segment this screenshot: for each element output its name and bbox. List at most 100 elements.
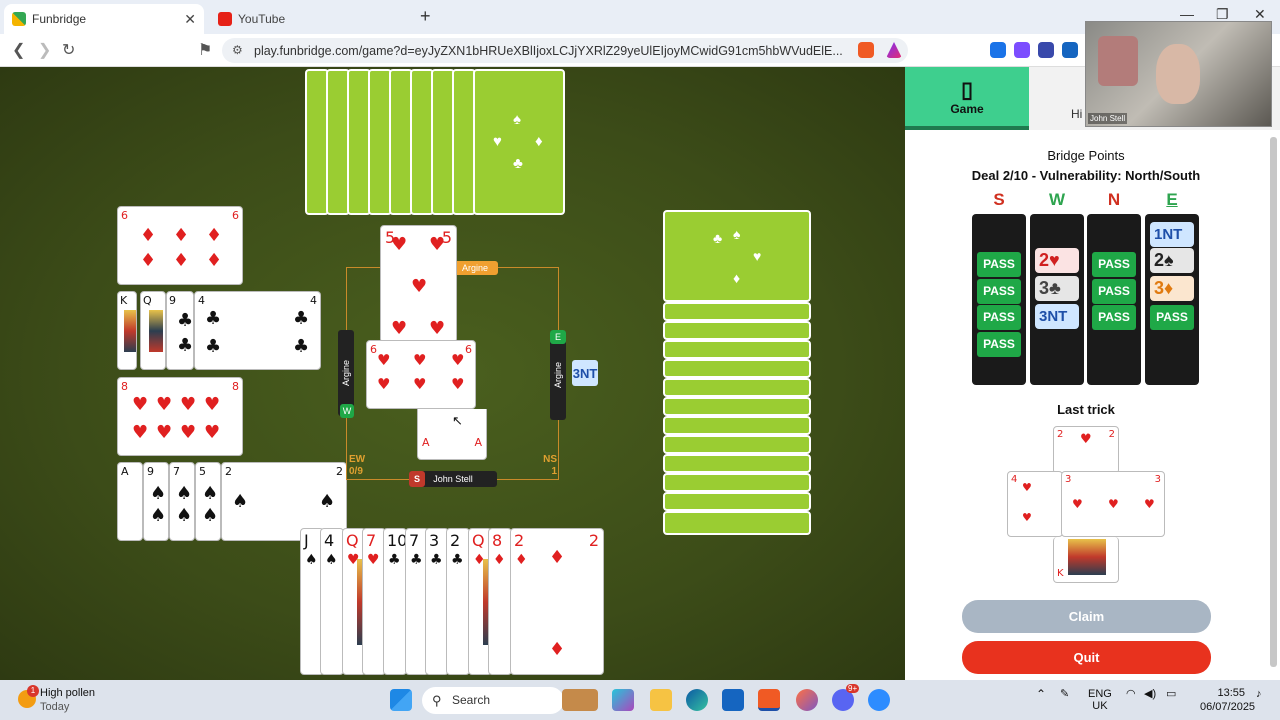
tray-chevron-icon[interactable]: ⌃ xyxy=(1036,688,1046,700)
taskbar: 1 High pollen Today ⚲ Search 9+ ⌃ ✎ ENG … xyxy=(0,680,1280,720)
king-face-icon xyxy=(124,310,136,352)
club-icon: ♣ xyxy=(205,308,222,329)
heart-icon: ♥ xyxy=(1072,497,1083,511)
card-4-clubs[interactable]: 4 4 ♣ ♣ ♣ ♣ xyxy=(194,291,321,370)
south-card[interactable]: 10 ♣ xyxy=(383,528,407,675)
card-rank: 2 xyxy=(450,531,461,550)
card-9-clubs[interactable]: 9 ♣ ♣ xyxy=(166,291,194,370)
bid-pass: PASS xyxy=(977,305,1021,330)
clock[interactable]: 13:55 06/07/2025 xyxy=(1200,686,1255,714)
card-rank: 2 xyxy=(336,465,343,478)
card-rank: 9 xyxy=(147,465,154,478)
tab-funbridge[interactable]: Funbridge ✕ xyxy=(4,4,204,34)
volume-icon[interactable]: ◀) xyxy=(1144,688,1156,700)
card-9-spades[interactable]: 9 ♠ ♠ xyxy=(143,462,169,541)
card-rank: 8 xyxy=(121,380,128,393)
card-q-clubs[interactable]: Q xyxy=(140,291,166,370)
card-rank: 2 xyxy=(588,531,599,550)
card-rank: Q xyxy=(346,531,359,550)
club-icon: ♣ xyxy=(177,310,194,331)
card-back xyxy=(663,340,811,359)
weather-widget[interactable]: High pollen Today xyxy=(40,686,95,714)
extension-puzzle-icon[interactable] xyxy=(1038,42,1054,58)
heart-icon: ♥ xyxy=(429,234,446,255)
south-player-name: John Stell xyxy=(433,474,473,484)
east-seat-badge: E xyxy=(550,330,566,344)
new-tab-button[interactable]: + xyxy=(420,6,431,27)
claim-button[interactable]: Claim xyxy=(962,600,1211,633)
panel-scrollbar[interactable] xyxy=(1270,137,1277,667)
heart-icon: ♥ xyxy=(132,422,149,443)
bid-pass: PASS xyxy=(977,332,1021,357)
card-rank: 8 xyxy=(232,380,239,393)
minimize-icon[interactable]: — xyxy=(1180,6,1194,22)
reload-icon[interactable]: ↻ xyxy=(62,40,75,60)
pen-icon[interactable]: ✎ xyxy=(1060,688,1069,700)
west-player-name: Argine xyxy=(341,360,351,387)
card-rank: Q xyxy=(472,531,485,550)
firefox-icon[interactable] xyxy=(796,689,818,711)
heart-icon: ♥ xyxy=(1108,497,1119,511)
last-trick-west: 4 ♥ ♥ xyxy=(1007,471,1063,537)
tab-label: Funbridge xyxy=(32,12,87,26)
file-explorer-icon[interactable] xyxy=(650,689,672,711)
heart-icon: ♥ xyxy=(1022,511,1032,524)
zoom-icon[interactable] xyxy=(868,689,890,711)
heart-icon: ♥ xyxy=(391,318,408,339)
card-6-diamonds[interactable]: 6 6 ♦ ♦ ♦ ♦ ♦ ♦ xyxy=(117,206,243,285)
edge-icon[interactable] xyxy=(686,689,708,711)
bid-pass: PASS xyxy=(1092,279,1136,304)
forward-icon[interactable]: ❯ xyxy=(38,40,51,60)
side-panel: ▯ Game Hi Bridge Points Deal 2/10 - Vuln… xyxy=(905,67,1280,680)
ns-score: NS 1 xyxy=(541,454,557,478)
bid-3c: 3♣ xyxy=(1035,276,1079,301)
close-icon[interactable]: ✕ xyxy=(184,11,196,28)
south-card[interactable]: 8 ♦ xyxy=(488,528,512,675)
brave-icon[interactable] xyxy=(758,689,780,711)
tab-label: YouTube xyxy=(238,12,286,26)
card-back xyxy=(663,454,811,473)
site-info-icon[interactable]: ⚙ xyxy=(232,43,243,57)
notification-bell-icon[interactable]: ♪ xyxy=(1256,688,1262,700)
taskbar-search[interactable]: ⚲ Search xyxy=(422,687,564,714)
card-back xyxy=(663,359,811,378)
diamond-icon: ♦ xyxy=(140,225,157,246)
tab-game[interactable]: ▯ Game xyxy=(905,67,1029,130)
store-icon[interactable] xyxy=(722,689,744,711)
quit-button[interactable]: Quit xyxy=(962,641,1211,674)
card-back xyxy=(663,302,811,321)
bid-3d: 3♦ xyxy=(1150,276,1194,301)
club-icon: ♣ xyxy=(177,335,194,356)
heart-icon: ♥ xyxy=(156,422,173,443)
search-highlight-icon xyxy=(562,689,598,711)
copilot-icon[interactable] xyxy=(612,689,634,711)
heart-icon: ♥ xyxy=(377,351,391,369)
bid-3nt: 3NT xyxy=(1035,304,1079,329)
south-card[interactable]: 4 ♠ xyxy=(320,528,344,675)
extension-k-icon[interactable] xyxy=(990,42,1006,58)
ns-label: NS xyxy=(543,454,557,465)
bookmark-icon[interactable]: ⚑ xyxy=(198,40,212,60)
diamond-icon: ♦ xyxy=(206,225,223,246)
extension-cloud-icon[interactable] xyxy=(1014,42,1030,58)
card-5-spades[interactable]: 5 ♠ ♠ xyxy=(195,462,221,541)
suit-icon: ♦ xyxy=(493,552,506,568)
card-8-hearts[interactable]: 8 8 ♥ ♥ ♥ ♥ ♥ ♥ ♥ ♥ xyxy=(117,377,243,456)
card-k-clubs[interactable]: K xyxy=(117,291,137,370)
tab-history[interactable]: Hi xyxy=(1071,107,1082,121)
tab-youtube[interactable]: YouTube xyxy=(210,4,400,34)
extension-box-icon[interactable] xyxy=(1062,42,1078,58)
heart-icon: ♥ xyxy=(413,375,427,393)
language-indicator[interactable]: ENG UK xyxy=(1088,688,1112,712)
wifi-icon[interactable]: ◠ xyxy=(1126,688,1136,700)
south-card[interactable]: 2 ♣ xyxy=(446,528,470,675)
url-field[interactable]: ⚙ play.funbridge.com/game?d=eyJyZXN1bHRU… xyxy=(222,38,908,63)
brave-shield-icon[interactable] xyxy=(858,42,874,58)
back-icon[interactable]: ❮ xyxy=(12,40,25,60)
windows-start-icon[interactable] xyxy=(390,689,412,711)
card-rank: 3 xyxy=(429,531,440,550)
battery-icon[interactable]: ▭ xyxy=(1166,688,1176,700)
south-card[interactable]: 2 ♦ 2 ♦ ♦ xyxy=(510,528,604,675)
card-a-spades[interactable]: A xyxy=(117,462,143,541)
card-7-spades[interactable]: 7 ♠ ♠ xyxy=(169,462,195,541)
